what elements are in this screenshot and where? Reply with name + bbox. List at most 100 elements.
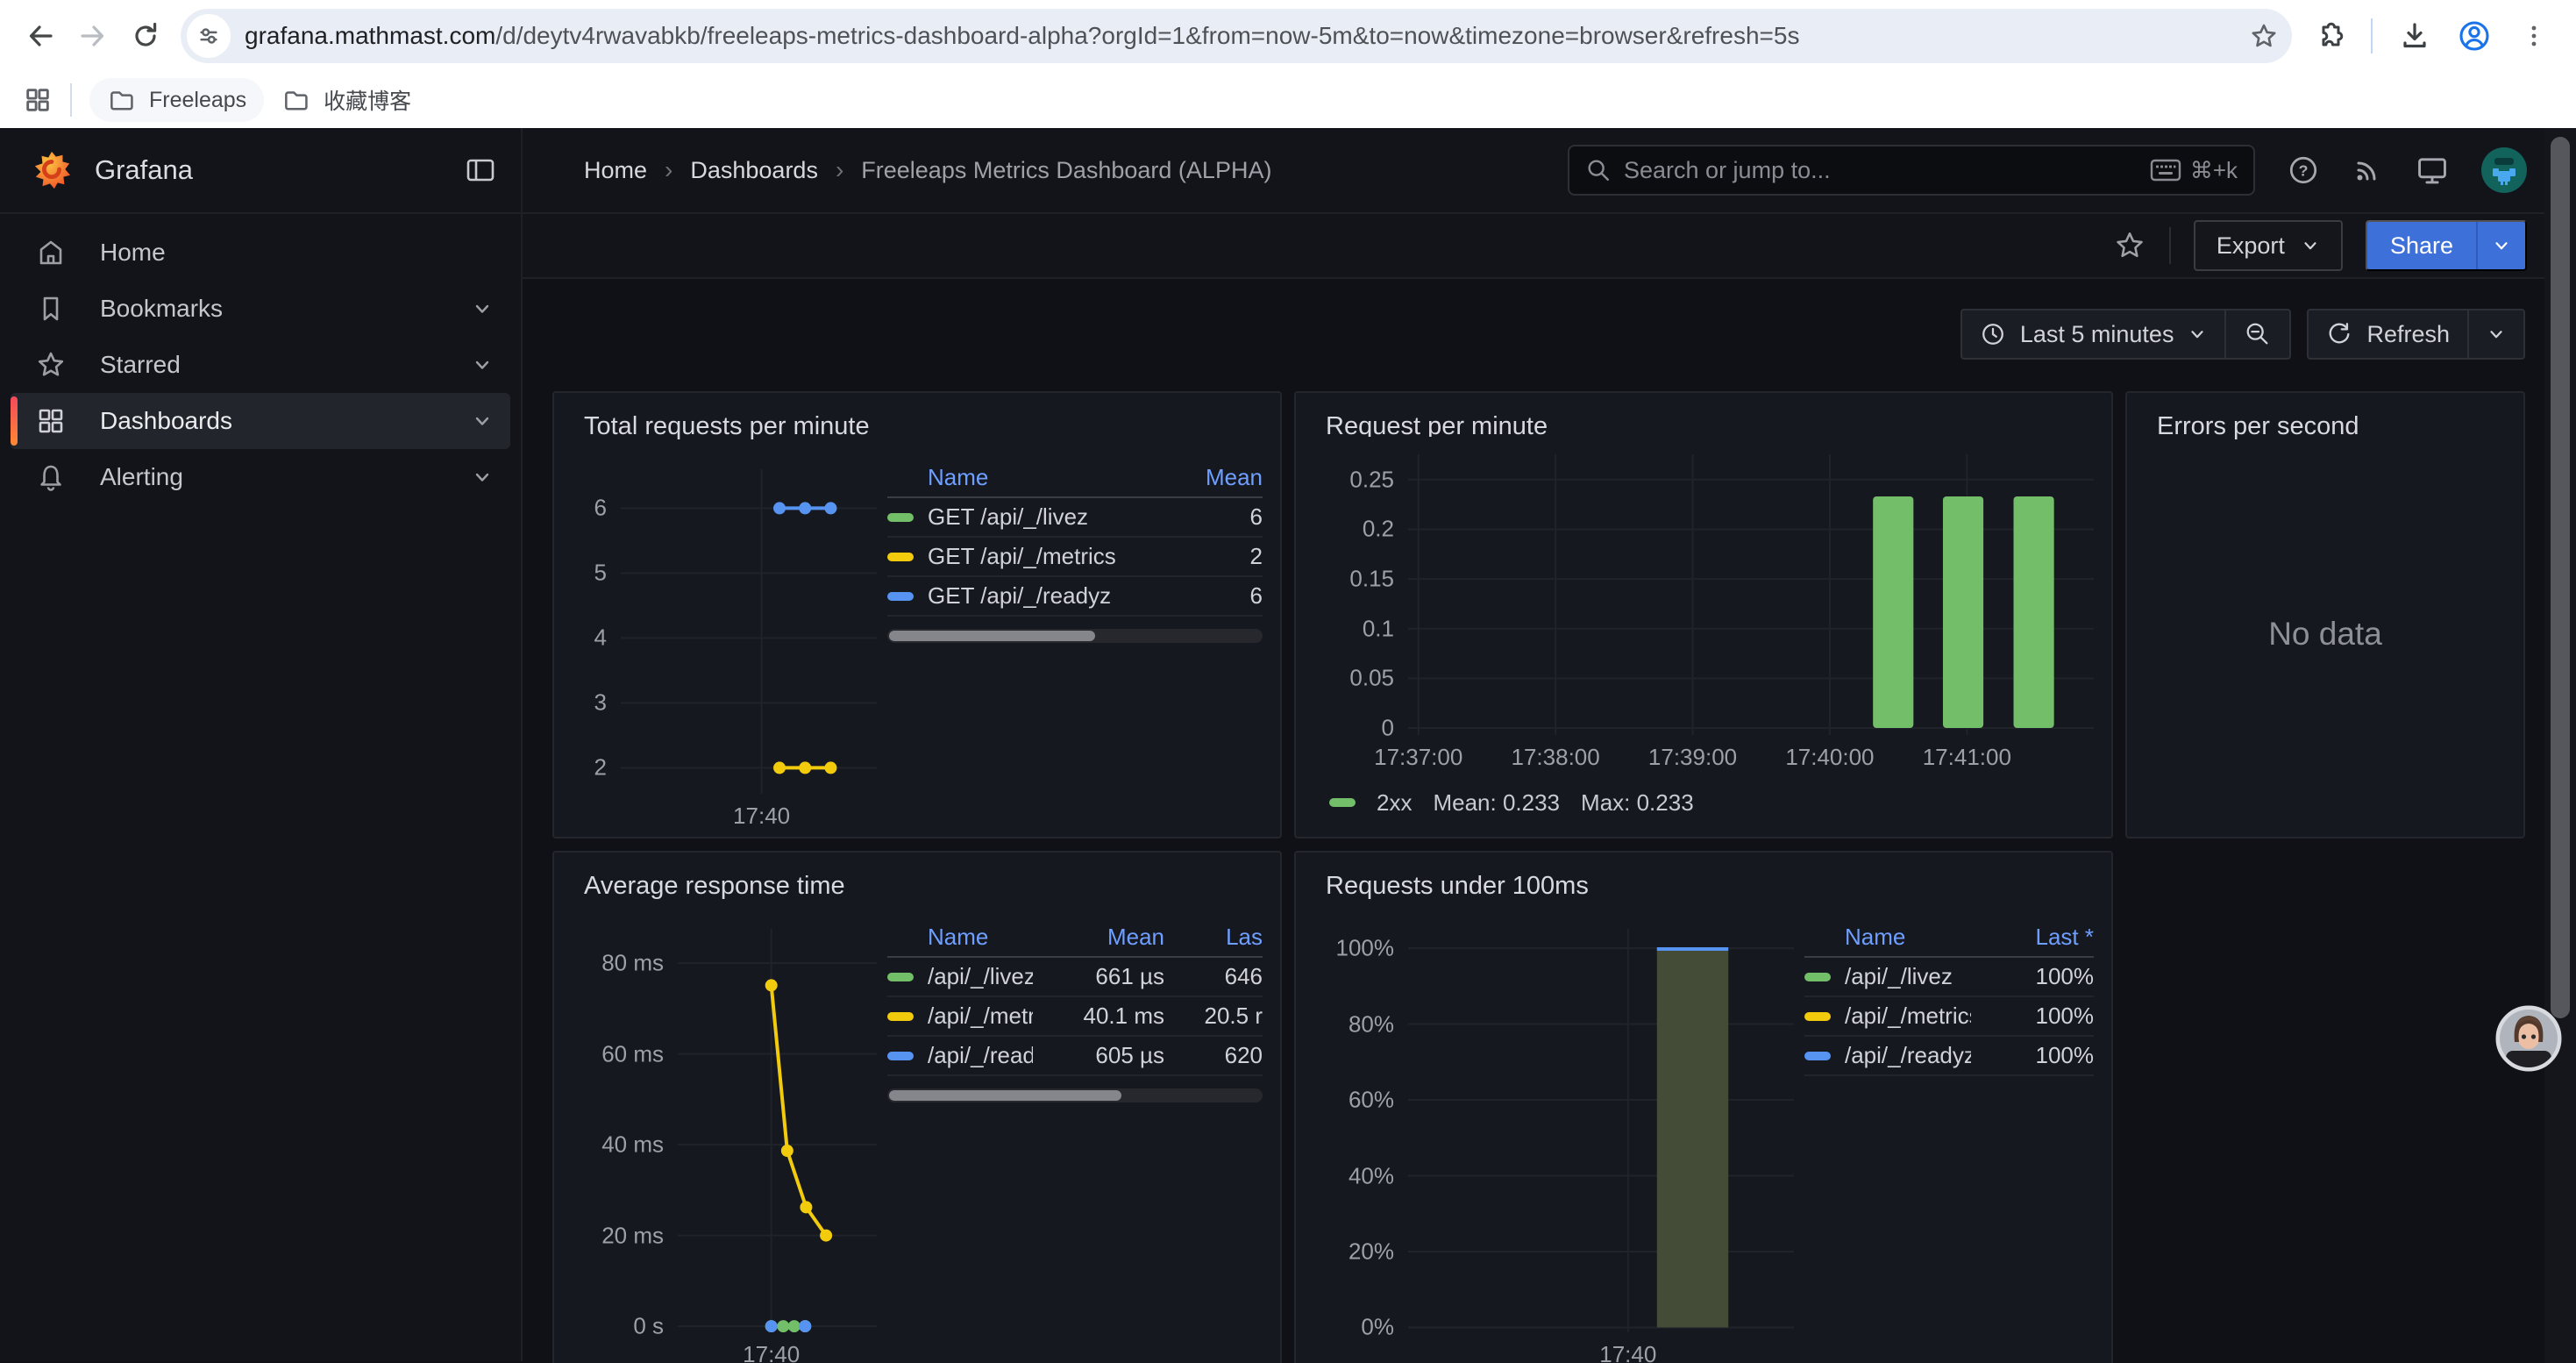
series-swatch <box>887 1012 914 1021</box>
plot-area[interactable] <box>678 929 877 1332</box>
svg-text:?: ? <box>2299 161 2309 179</box>
chart-canvas <box>621 469 877 794</box>
sidebar-item-starred[interactable]: Starred <box>11 337 510 393</box>
legend-inline[interactable]: 2xx Mean: 0.233 Max: 0.233 <box>1313 781 2094 824</box>
legend-row[interactable]: /api/_/livez661 µs646 <box>887 958 1263 997</box>
legend-row[interactable]: /api/_/metrics40.1 ms20.5 r <box>887 997 1263 1037</box>
downloads-icon[interactable] <box>2399 20 2430 52</box>
forward-button[interactable] <box>67 10 119 62</box>
chevron-down-icon[interactable] <box>472 410 493 432</box>
legend-row[interactable]: /api/_/readyz100% <box>1804 1037 2094 1076</box>
legend-row[interactable]: GET /api/_/metrics2 <box>887 538 1263 577</box>
star-icon <box>35 349 67 381</box>
y-tick-label: 40 ms <box>601 1131 664 1159</box>
browser-toolbar: grafana.mathmast.com/d/deytv4rwavabkb/fr… <box>0 0 2576 72</box>
browser-menu-icon[interactable] <box>2518 20 2550 52</box>
legend-col-header[interactable]: Las <box>1164 924 1263 951</box>
bookmark-folder-blogs[interactable]: 收藏博客 <box>264 78 429 122</box>
refresh-button[interactable]: Refresh <box>2309 310 2467 358</box>
legend-scrollbar-thumb[interactable] <box>889 631 1095 641</box>
legend-scrollbar-thumb[interactable] <box>889 1090 1121 1101</box>
panel-requests-under-100ms: Requests under 100ms 100%80%60%40%20%0% … <box>1294 851 2113 1363</box>
series-name[interactable]: /api/_/metrics <box>1845 1003 1971 1030</box>
series-max: Max: 0.233 <box>1581 789 1694 817</box>
series-name[interactable]: GET /api/_/metrics <box>928 543 1149 570</box>
plot-area[interactable] <box>621 469 877 794</box>
sidebar-item-dashboards[interactable]: Dashboards <box>11 393 510 449</box>
assistant-avatar[interactable] <box>2495 1005 2562 1072</box>
share-menu-arrow[interactable] <box>2476 222 2525 269</box>
dashboard-canvas: Last 5 minutes Refresh <box>523 279 2576 1361</box>
search-box[interactable]: ⌘+k <box>1568 145 2255 196</box>
chevron-down-icon[interactable] <box>472 298 493 319</box>
breadcrumb-dashboards[interactable]: Dashboards <box>690 157 818 184</box>
series-name[interactable]: GET /api/_/readyz <box>928 582 1149 610</box>
zoom-out-button[interactable] <box>2226 310 2289 358</box>
panel-title[interactable]: Total requests per minute <box>572 405 1263 443</box>
url-bar[interactable]: grafana.mathmast.com/d/deytv4rwavabkb/fr… <box>181 9 2292 63</box>
news-rss-icon[interactable] <box>2352 154 2383 186</box>
legend-col-header[interactable]: Last * <box>1971 924 2094 951</box>
time-range-picker[interactable]: Last 5 minutes <box>1962 310 2225 358</box>
panel-title[interactable]: Average response time <box>572 865 1263 903</box>
breadcrumb-home[interactable]: Home <box>584 157 647 184</box>
profile-icon[interactable] <box>2457 18 2492 54</box>
scrollbar-thumb[interactable] <box>2551 137 2570 1018</box>
extensions-icon[interactable] <box>2313 20 2345 52</box>
legend-row[interactable]: GET /api/_/livez6 <box>887 498 1263 538</box>
refresh-interval-picker[interactable] <box>2469 310 2523 358</box>
plot-area[interactable] <box>1408 454 2094 735</box>
legend-scrollbar[interactable] <box>887 629 1263 643</box>
y-tick-label: 0% <box>1361 1314 1394 1341</box>
user-avatar[interactable] <box>2481 147 2527 193</box>
legend-col-header[interactable]: Mean <box>1149 464 1263 491</box>
help-icon[interactable]: ? <box>2287 153 2320 187</box>
series-name[interactable]: /api/_/readyz <box>1845 1042 1971 1069</box>
series-value: 40.1 ms <box>1033 1003 1164 1030</box>
star-dashboard-icon[interactable] <box>2113 229 2146 262</box>
series-name[interactable]: /api/_/metrics <box>928 1003 1033 1030</box>
legend-col-header[interactable]: Name <box>928 464 1149 491</box>
search-input[interactable] <box>1624 157 2138 184</box>
y-tick-label: 20% <box>1348 1238 1394 1266</box>
chevron-down-icon[interactable] <box>472 467 493 488</box>
series-name[interactable]: /api/_/livez <box>928 963 1033 990</box>
legend-table: NameLast */api/_/livez100%/api/_/metrics… <box>1804 911 2094 1363</box>
collapse-sidebar-icon[interactable] <box>463 153 498 188</box>
sidebar-item-label: Alerting <box>100 463 183 491</box>
sidebar-item-bookmarks[interactable]: Bookmarks <box>11 281 510 337</box>
bookmark-star-icon[interactable] <box>2248 20 2280 52</box>
legend-row[interactable]: /api/_/metrics100% <box>1804 997 2094 1037</box>
series-name[interactable]: GET /api/_/livez <box>928 503 1149 531</box>
back-button[interactable] <box>14 10 67 62</box>
legend-row[interactable]: /api/_/readyz605 µs620 <box>887 1037 1263 1076</box>
screen-share-icon[interactable] <box>2415 153 2450 188</box>
panel-title[interactable]: Request per minute <box>1313 405 2094 437</box>
share-button[interactable]: Share <box>2366 220 2527 271</box>
legend-row[interactable]: GET /api/_/readyz6 <box>887 577 1263 617</box>
site-settings-icon[interactable] <box>187 14 231 58</box>
chevron-down-icon[interactable] <box>472 354 493 375</box>
legend-col-header[interactable]: Name <box>1845 924 1971 951</box>
legend-row[interactable]: /api/_/livez100% <box>1804 958 2094 997</box>
series-value: 6 <box>1149 503 1263 531</box>
legend-scrollbar[interactable] <box>887 1088 1263 1103</box>
side-panel-icon[interactable] <box>23 85 53 115</box>
bookmark-folder-freeleaps[interactable]: Freeleaps <box>89 78 264 122</box>
y-tick-label: 20 ms <box>601 1222 664 1249</box>
panel-title[interactable]: Requests under 100ms <box>1313 865 2094 903</box>
sidebar-item-alerting[interactable]: Alerting <box>11 449 510 505</box>
export-button[interactable]: Export <box>2194 220 2343 271</box>
plot-area[interactable] <box>1408 929 1794 1332</box>
panel-title[interactable]: Errors per second <box>2145 405 2506 443</box>
reload-button[interactable] <box>119 10 172 62</box>
url-text[interactable]: grafana.mathmast.com/d/deytv4rwavabkb/fr… <box>245 22 2248 50</box>
legend-col-header[interactable]: Mean <box>1033 924 1164 951</box>
series-name[interactable]: /api/_/readyz <box>928 1042 1033 1069</box>
sidebar-item-home[interactable]: Home <box>11 225 510 281</box>
brand-title: Grafana <box>95 154 193 186</box>
series-name[interactable]: 2xx <box>1377 789 1412 817</box>
series-name[interactable]: /api/_/livez <box>1845 963 1971 990</box>
page-scrollbar[interactable] <box>2544 128 2576 1363</box>
legend-col-header[interactable]: Name <box>928 924 1033 951</box>
